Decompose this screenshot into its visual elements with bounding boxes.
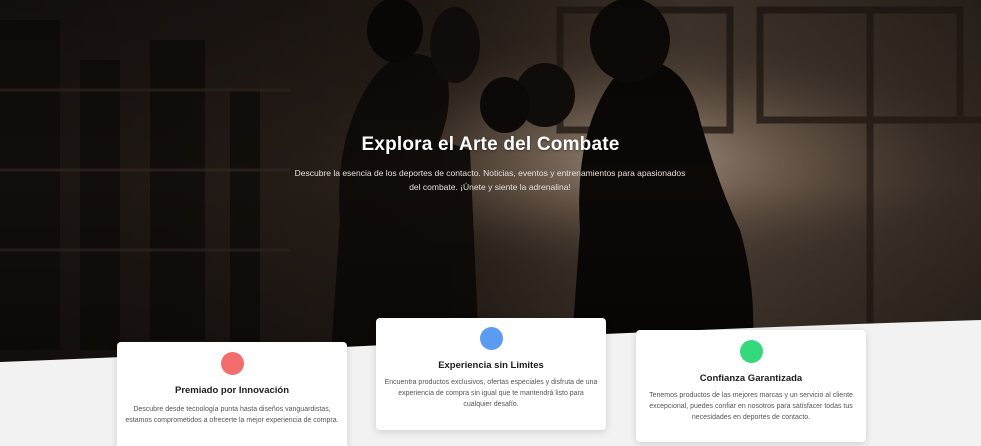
green-circle-icon <box>739 340 763 363</box>
blue-circle-icon <box>479 327 503 350</box>
feature-title: Experiencia sin Limites <box>438 360 544 371</box>
feature-title: Premiado por Innovación <box>174 385 290 396</box>
feature-description: Tenemos productos de las mejores marcas … <box>649 392 853 421</box>
feature-description: Encuentra productos exclusivos, ofertas … <box>384 379 598 408</box>
hero-banner: Explora el Arte del Combate Descubre la … <box>0 0 981 370</box>
feature-card-innovation: Premiado por Innovación Descubre desde t… <box>117 342 347 446</box>
hero-subtitle: Descubre la esencia de los deportes de c… <box>294 168 686 192</box>
landing-page: Explora el Arte del Combate Descubre la … <box>0 0 981 446</box>
feature-description: Descubre desde tecnología punta hasta di… <box>125 406 339 424</box>
feature-title: Confianza Garantizada <box>699 373 803 384</box>
hero-title: Explora el Arte del Combate <box>361 134 620 155</box>
feature-card-trust: Confianza Garantizada Tenemos productos … <box>636 330 866 442</box>
feature-card-experience: Experiencia sin Limites Encuentra produc… <box>376 318 606 430</box>
red-circle-icon <box>220 352 244 375</box>
